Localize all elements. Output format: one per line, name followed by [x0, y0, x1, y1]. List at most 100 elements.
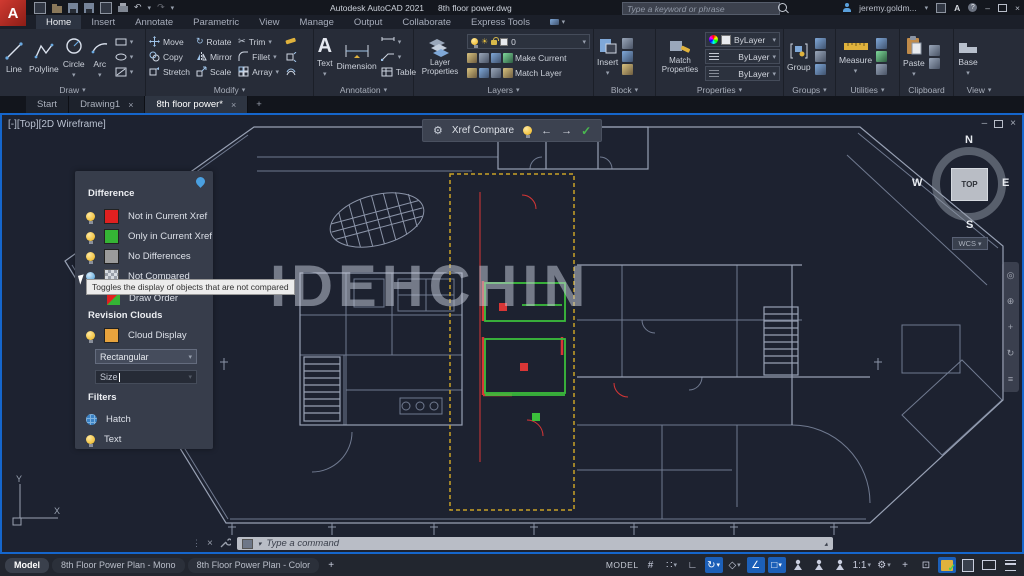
panel-label-properties[interactable]: Properties▾	[656, 84, 783, 96]
user-dropdown-icon[interactable]: ▾	[925, 4, 929, 12]
ribbon-options-icon[interactable]: ▾	[540, 15, 575, 29]
nav-more-icon[interactable]: ≡	[1008, 374, 1013, 384]
red-swatch[interactable]	[104, 209, 119, 224]
block-tool-icon[interactable]	[622, 38, 633, 49]
bulb-icon[interactable]	[86, 252, 95, 261]
text-button[interactable]: A Text ▾	[317, 36, 333, 78]
utility-tool-icon[interactable]	[876, 38, 887, 49]
annotation-scale-value[interactable]: 1:1▾	[852, 557, 872, 573]
table-button[interactable]: Table	[381, 65, 416, 78]
panel-label-draw[interactable]: Draw▾	[0, 84, 145, 96]
close-icon[interactable]: ×	[231, 100, 236, 110]
new-drawing-tab-button[interactable]: +	[248, 96, 270, 113]
layer-tool-icon[interactable]	[491, 68, 501, 78]
group-tool-icon[interactable]	[815, 64, 826, 75]
viewcube-south[interactable]: S	[966, 219, 973, 231]
bulb-cloud-icon[interactable]	[86, 331, 95, 340]
minimize-drawing-button[interactable]: –	[982, 118, 988, 129]
finish-compare-icon[interactable]: ✓	[581, 124, 591, 138]
leader-icon[interactable]: ▾	[381, 50, 416, 63]
search-icon[interactable]	[778, 3, 787, 12]
workspace-switching-icon[interactable]: ⚙▾	[875, 557, 893, 573]
clipboard-tool-icon[interactable]	[929, 58, 940, 69]
qat-customize-icon[interactable]: ▾	[171, 4, 175, 12]
pin-icon[interactable]	[194, 175, 207, 188]
mirror-button[interactable]: Mirror	[196, 50, 232, 63]
viewcube-west[interactable]: W	[912, 177, 922, 189]
ellipse-tool-icon[interactable]: ▾	[115, 50, 134, 63]
close-drawing-button[interactable]: ×	[1010, 118, 1016, 129]
chevron-up-icon[interactable]: ▴	[824, 540, 828, 548]
layer-properties-button[interactable]: Layer Properties	[417, 37, 463, 77]
offset-tool-icon[interactable]	[285, 65, 297, 78]
panel-label-view[interactable]: View▾	[954, 84, 1004, 96]
print-icon[interactable]	[118, 6, 128, 12]
line-button[interactable]: Line	[3, 40, 25, 74]
chevron-down-icon[interactable]: ▾	[72, 71, 76, 79]
layer-tool-icon[interactable]	[479, 53, 489, 63]
bulb-icon[interactable]	[523, 126, 532, 135]
user-avatar-icon[interactable]	[842, 3, 851, 12]
minimize-button[interactable]: –	[985, 3, 990, 13]
group-button[interactable]: Group	[787, 42, 811, 72]
polyline-button[interactable]: Polyline	[29, 40, 59, 74]
hatch-tool-icon[interactable]: ▾	[115, 65, 134, 78]
text-filter-row[interactable]: Text	[86, 431, 121, 447]
match-properties-button[interactable]: Match Properties	[659, 39, 701, 75]
dimension-button[interactable]: Dimension	[337, 43, 377, 71]
stretch-button[interactable]: Stretch	[149, 65, 190, 78]
tab-collaborate[interactable]: Collaborate	[392, 15, 461, 29]
block-tool-icon[interactable]	[622, 64, 633, 75]
tab-manage[interactable]: Manage	[290, 15, 344, 29]
panel-label-groups[interactable]: Groups▾	[784, 84, 835, 96]
gear-icon[interactable]: ⚙	[433, 124, 443, 137]
tab-parametric[interactable]: Parametric	[183, 15, 249, 29]
utility-tool-icon[interactable]	[876, 64, 887, 75]
save-sheet-icon[interactable]	[959, 557, 977, 573]
arc-button[interactable]: Arc ▾	[89, 35, 111, 79]
new-file-icon[interactable]	[34, 2, 46, 14]
undo-dropdown-icon[interactable]: ▾	[148, 4, 152, 12]
panel-label-modify[interactable]: Modify▾	[146, 84, 313, 96]
layout-tab-mono[interactable]: 8th Floor Power Plan - Mono	[52, 558, 185, 573]
viewcube-north[interactable]: N	[965, 134, 973, 146]
tab-view[interactable]: View	[249, 15, 289, 29]
annotation-autoscale-icon[interactable]	[810, 557, 828, 573]
array-button[interactable]: Array▾	[238, 65, 279, 78]
group-tool-icon[interactable]	[815, 51, 826, 62]
erase-tool-icon[interactable]	[285, 35, 297, 48]
object-snap-tracking-toggle[interactable]: ∠	[747, 557, 765, 573]
tab-annotate[interactable]: Annotate	[125, 15, 183, 29]
layout-tab-model[interactable]: Model	[5, 558, 49, 573]
rotate-button[interactable]: ↻Rotate	[196, 35, 232, 48]
tab-home[interactable]: Home	[36, 15, 81, 29]
close-command-icon[interactable]: ×	[207, 538, 213, 549]
snap-toggle[interactable]: ∷▾	[663, 557, 681, 573]
circle-button[interactable]: Circle ▾	[63, 35, 85, 79]
panel-label-utilities[interactable]: Utilities▾	[836, 84, 899, 96]
cloud-shape-select[interactable]: Rectangular ▾	[95, 349, 197, 364]
layer-tool-icon[interactable]	[479, 68, 489, 78]
save-as-icon[interactable]	[84, 3, 94, 13]
orange-swatch[interactable]	[104, 328, 119, 343]
previous-difference-icon[interactable]: ←	[541, 125, 552, 137]
file-tab-start[interactable]: Start	[26, 96, 69, 113]
viewport-controls[interactable]: [-][Top][2D Wireframe]	[8, 119, 106, 130]
hatch-filter-row[interactable]: Hatch	[86, 411, 131, 427]
paste-button[interactable]: Paste ▾	[903, 36, 925, 78]
layer-tool-icon[interactable]	[467, 68, 477, 78]
not-in-current-xref-row[interactable]: Not in Current Xref	[86, 208, 207, 224]
tab-express-tools[interactable]: Express Tools	[461, 15, 540, 29]
clean-screen-icon[interactable]	[980, 557, 998, 573]
app-store-cart-icon[interactable]	[936, 3, 946, 13]
panel-label-block[interactable]: Block▾	[594, 84, 655, 96]
panel-label-layers[interactable]: Layers▾	[414, 84, 593, 96]
new-layout-button[interactable]: +	[322, 557, 340, 573]
annotation-visibility-icon[interactable]	[789, 557, 807, 573]
pan-icon[interactable]: ⊕	[1007, 296, 1015, 307]
command-input[interactable]: ▾ Type a command ▴	[237, 537, 833, 550]
restore-drawing-button[interactable]	[994, 120, 1003, 128]
move-button[interactable]: Move	[149, 35, 190, 48]
chevron-down-icon[interactable]: ▾	[98, 71, 102, 79]
customization-menu-icon[interactable]	[1001, 557, 1019, 573]
